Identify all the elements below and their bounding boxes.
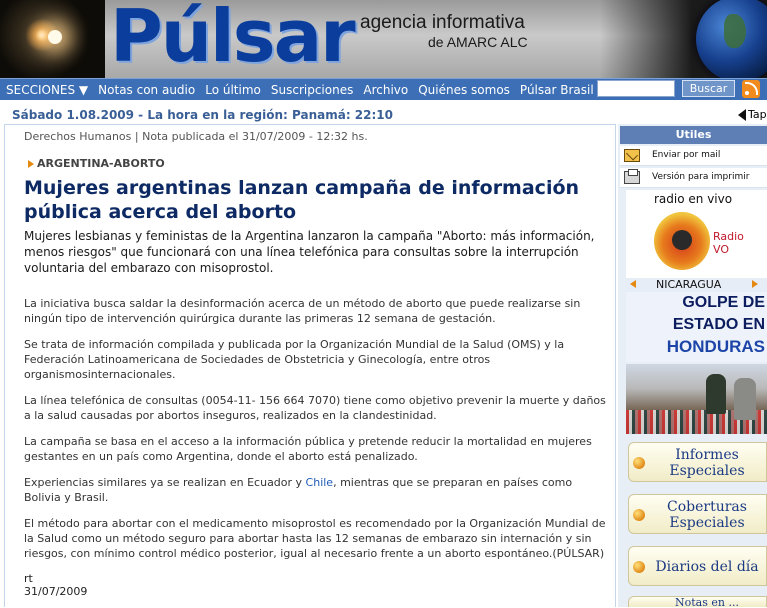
carousel-bar: NICARAGUA: [626, 278, 767, 292]
email-link[interactable]: Enviar por mail: [620, 146, 767, 166]
radio-title: radio en vivo: [654, 192, 733, 206]
radio-name: Radio VO: [713, 230, 744, 256]
tagline: agencia informativa: [360, 12, 525, 33]
label-line1: Coberturas: [667, 499, 747, 515]
nav-quienes-somos[interactable]: Quiénes somos: [418, 83, 510, 97]
nav-pulsar-brasil[interactable]: Púlsar Brasil: [520, 83, 594, 97]
tap-label: Tap: [748, 108, 767, 121]
printer-icon: [624, 169, 640, 184]
next-arrow-icon[interactable]: [752, 280, 758, 288]
article-date: 31/07/2009: [24, 585, 88, 598]
radio-name-line1: Radio: [713, 230, 744, 243]
golpe-line1: GOLPE DE: [682, 294, 765, 311]
article-kicker: ARGENTINA-ABORTO: [28, 157, 165, 170]
paragraph: La línea telefónica de consultas (0054-1…: [24, 394, 606, 422]
print-link[interactable]: Versión para imprimir: [620, 168, 767, 188]
email-label: Enviar por mail: [652, 150, 721, 160]
arrow-left-icon: [738, 109, 746, 121]
nav-suscripciones[interactable]: Suscripciones: [271, 83, 353, 97]
utiles-heading: Utiles: [620, 126, 767, 144]
informes-especiales-button[interactable]: Informes Especiales: [628, 442, 767, 482]
orange-bullet-icon: [633, 457, 645, 469]
paragraph-text: Experiencias similares ya se realizan en…: [24, 476, 306, 489]
site-logo[interactable]: Púlsar: [110, 0, 356, 78]
article-author: rt: [24, 572, 33, 585]
print-label: Versión para imprimir: [652, 172, 750, 182]
flare-glow: [48, 30, 62, 44]
news-photo[interactable]: [626, 364, 767, 434]
banner-flare-image: [0, 0, 105, 78]
kicker-text: ARGENTINA-ABORTO: [37, 157, 165, 170]
article-body: La iniciativa busca saldar la desinforma…: [24, 296, 606, 572]
date-bar: Sábado 1.08.2009 - La hora en la región:…: [0, 104, 767, 126]
notas-button[interactable]: Notas en ...: [628, 596, 767, 608]
paragraph: La iniciativa busca saldar la desinforma…: [24, 297, 581, 325]
prev-arrow-icon[interactable]: [630, 280, 636, 288]
carousel-label: NICARAGUA: [656, 278, 722, 291]
label-line1: Informes: [675, 447, 739, 463]
button-label: Diarios del día: [655, 559, 759, 575]
date-time-text: Sábado 1.08.2009 - La hora en la región:…: [12, 108, 393, 122]
radio-logo[interactable]: [654, 212, 710, 270]
person-figure: [734, 378, 756, 420]
diarios-del-dia-button[interactable]: Diarios del día: [628, 546, 767, 586]
paragraph: Se trata de información compilada y publ…: [24, 338, 565, 381]
radio-name-line2: VO: [713, 243, 729, 256]
globe-image: [696, 0, 767, 78]
article-footer: rt 31/07/2009: [24, 572, 87, 598]
chile-link[interactable]: Chile: [306, 476, 334, 489]
button-label: Coberturas Especiales: [649, 499, 765, 531]
orange-bullet-icon: [633, 561, 645, 573]
header-banner: Púlsar agencia informativa de AMARC ALC: [0, 0, 767, 78]
person-figure: [706, 374, 726, 414]
nav-archivo[interactable]: Archivo: [363, 83, 408, 97]
nav-lo-ultimo[interactable]: Lo último: [205, 83, 261, 97]
search-button[interactable]: Buscar: [682, 80, 735, 97]
label-line2: Especiales: [669, 463, 745, 479]
tap-link[interactable]: Tap: [738, 108, 767, 121]
button-label: Notas en ...: [675, 597, 739, 608]
paragraph: Experiencias similares ya se realizan en…: [24, 475, 606, 505]
tagline-sub: de AMARC ALC: [428, 34, 528, 50]
golpe-line2: ESTADO EN: [672, 316, 765, 333]
mail-icon: [624, 149, 640, 162]
article-meta: Derechos Humanos | Nota publicada el 31/…: [24, 130, 368, 143]
rss-icon[interactable]: [742, 80, 760, 98]
coberturas-especiales-button[interactable]: Coberturas Especiales: [628, 494, 767, 534]
label-line2: Especiales: [669, 515, 745, 531]
search-input[interactable]: [597, 80, 675, 97]
triangle-bullet-icon: [28, 160, 34, 168]
nav-secciones[interactable]: SECCIONES ▼: [6, 83, 88, 97]
article-lead: Mujeres lesbianas y feministas de la Arg…: [24, 229, 595, 275]
honduras-banner[interactable]: GOLPE DE ESTADO EN HONDURAS: [626, 292, 767, 362]
nav-notas-con-audio[interactable]: Notas con audio: [98, 83, 195, 97]
article-headline: Mujeres argentinas lanzan campaña de inf…: [24, 177, 580, 223]
orange-bullet-icon: [633, 509, 645, 521]
button-label: Informes Especiales: [649, 447, 765, 479]
golpe-line3: HONDURAS: [666, 337, 765, 356]
paragraph: La campaña se basa en el acceso a la inf…: [24, 435, 592, 463]
paragraph: El método para abortar con el medicament…: [24, 517, 606, 560]
